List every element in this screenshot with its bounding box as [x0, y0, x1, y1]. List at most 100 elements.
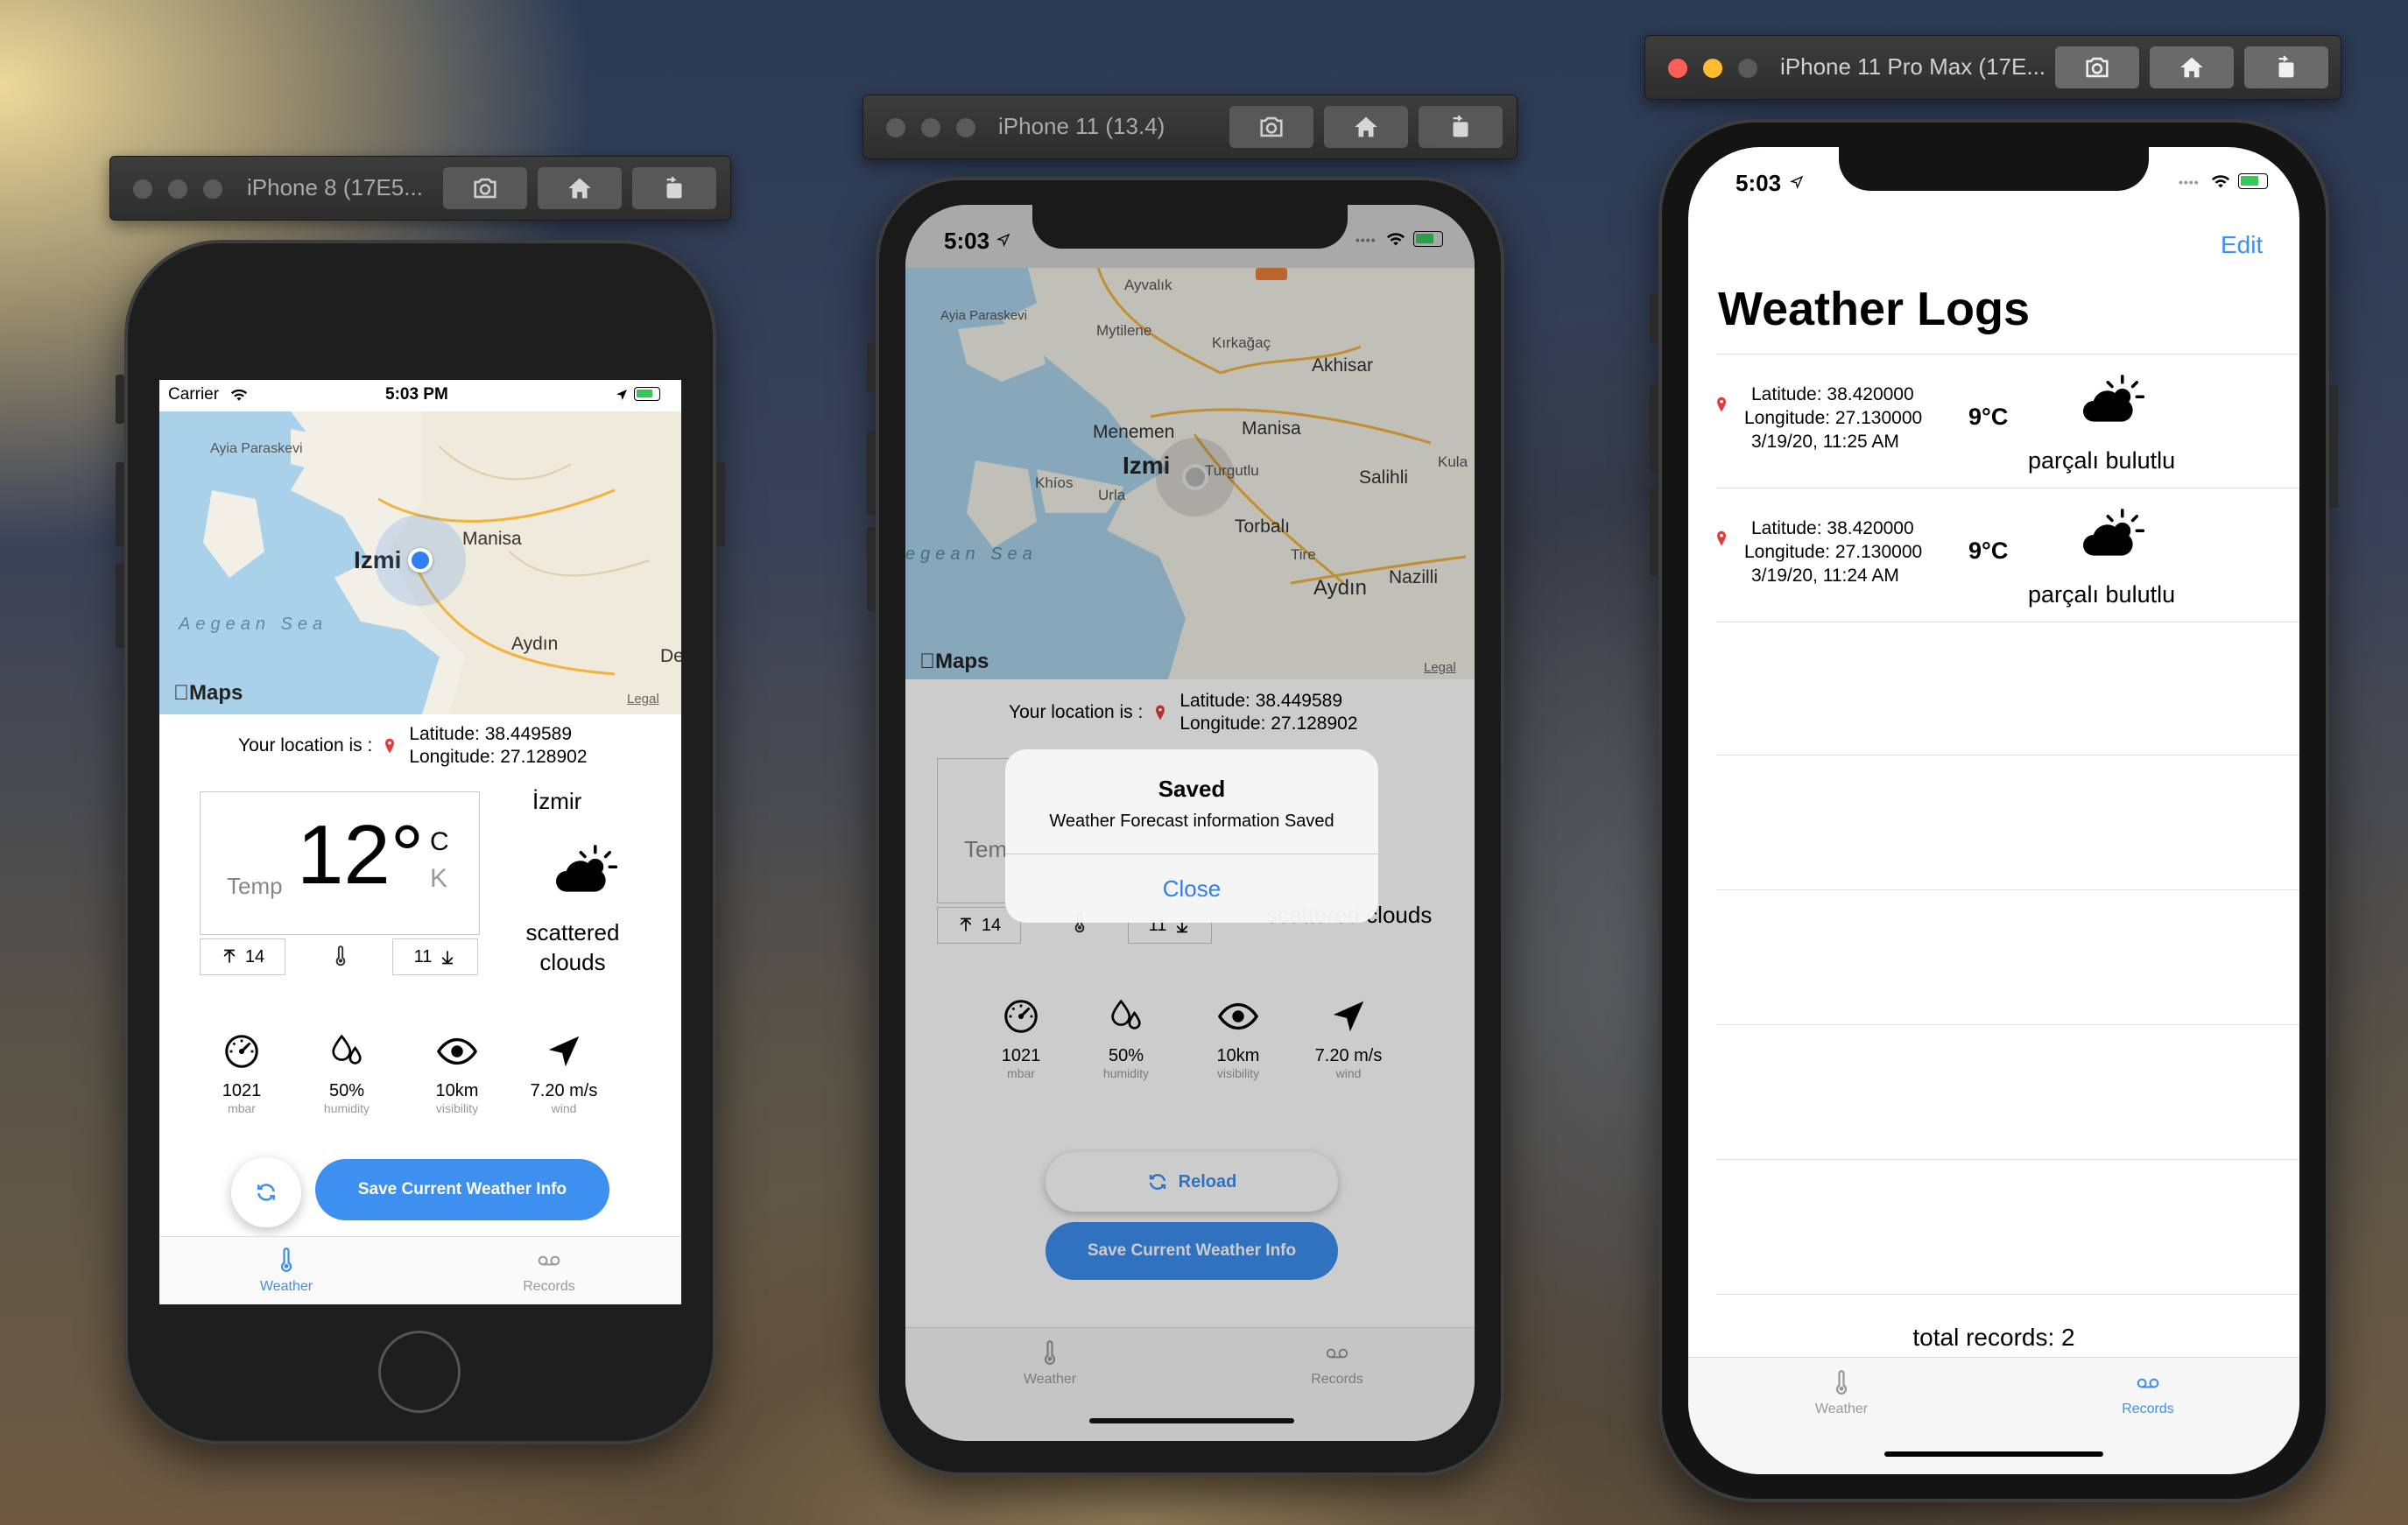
close-window-icon[interactable]: [1668, 59, 1687, 78]
clock: 5:03: [1736, 170, 1782, 196]
unit-celsius-toggle[interactable]: C: [430, 827, 449, 857]
home-button[interactable]: [1324, 106, 1408, 148]
home-button-physical[interactable]: [378, 1331, 461, 1413]
status-bar: Carrier 5:03 PM: [159, 380, 681, 411]
unit-kelvin-toggle[interactable]: K: [430, 864, 447, 894]
mute-switch[interactable]: [1650, 294, 1658, 343]
simulator-title: iPhone 11 Pro Max (17E...: [1780, 53, 2046, 80]
rotate-button[interactable]: [2244, 46, 2328, 88]
wifi-icon: [2211, 175, 2230, 188]
mute-switch[interactable]: [116, 375, 124, 424]
map-pin-icon: [1717, 531, 1726, 546]
zoom-window-icon[interactable]: [956, 118, 975, 137]
iphone11-device: 5:03 •••• Ayvalık Ayia Paraskevi Mytilen…: [867, 177, 1504, 1476]
record-longitude: Longitude: 27.130000: [1744, 542, 1923, 562]
close-window-icon[interactable]: [133, 179, 152, 199]
latitude-text: Latitude: 38.449589: [409, 724, 572, 744]
row-separator: [1716, 1024, 2299, 1025]
home-button[interactable]: [538, 167, 622, 209]
tab-weather[interactable]: Weather: [221, 1247, 352, 1295]
record-temperature: 9°C: [1968, 538, 2009, 564]
volume-up-button[interactable]: [116, 462, 124, 546]
carrier-label: Carrier: [168, 385, 220, 404]
power-button[interactable]: [2329, 385, 2338, 508]
voicemail-icon: [538, 1255, 560, 1266]
edit-button[interactable]: Edit: [2221, 231, 2263, 259]
longitude-text: Longitude: 27.128902: [409, 747, 588, 767]
map-label: Ayia Paraskevi: [210, 441, 303, 456]
table-row[interactable]: Latitude: 38.420000 Longitude: 27.130000…: [1716, 355, 2299, 488]
pressure-metric: 1021 mbar: [189, 1031, 294, 1115]
volume-up-button[interactable]: [1650, 385, 1658, 473]
temp-value: 12°: [297, 808, 425, 902]
rotate-icon: [2278, 55, 2294, 78]
iphone11promax-screen: 5:03 •••• Edit Weather Logs Latitude: 38…: [1688, 147, 2299, 1474]
tab-weather[interactable]: Weather: [1776, 1370, 1907, 1417]
metric-value: 50%: [328, 1081, 365, 1100]
mute-switch[interactable]: [867, 343, 876, 392]
refresh-icon: [257, 1184, 275, 1201]
record-temperature: 9°C: [1968, 404, 2009, 430]
map-legal-link[interactable]: Legal: [627, 692, 659, 706]
pressure-gauge-icon: [225, 1035, 258, 1068]
location-label: Your location is :: [238, 735, 373, 755]
simulator-title: iPhone 11 (13.4): [998, 113, 1165, 139]
save-weather-button[interactable]: Save Current Weather Info: [315, 1159, 609, 1220]
metric-value: 10km: [435, 1081, 479, 1100]
camera-icon: [2086, 57, 2109, 78]
volume-up-button[interactable]: [867, 431, 876, 515]
simulator-titlebar-iphone11[interactable]: iPhone 11 (13.4): [863, 95, 1517, 159]
tab-records[interactable]: Records: [2082, 1370, 2214, 1417]
saved-alert: Saved Weather Forecast information Saved…: [1005, 749, 1378, 923]
map-pin-icon: [385, 738, 395, 754]
eye-icon: [436, 1037, 478, 1065]
map-view[interactable]: Ayia Paraskevi Izmi Manisa Aegean Sea Ay…: [159, 411, 681, 714]
location-arrow-icon: [616, 390, 627, 400]
alert-close-button[interactable]: Close: [1005, 854, 1378, 923]
humidity-drops-icon: [332, 1034, 362, 1065]
map-label: Aydın: [511, 634, 559, 654]
visibility-metric: 10km visibility: [405, 1031, 510, 1115]
screenshot-button[interactable]: [1229, 106, 1313, 148]
current-location-dot: [408, 548, 433, 573]
home-indicator[interactable]: [1884, 1451, 2103, 1457]
screenshot-button[interactable]: [2055, 46, 2139, 88]
volume-down-button[interactable]: [116, 564, 124, 648]
rotate-icon: [1453, 115, 1468, 137]
zoom-window-icon[interactable]: [203, 179, 222, 199]
minimize-window-icon[interactable]: [168, 179, 187, 199]
max-temp-box: 14: [200, 938, 285, 975]
volume-down-button[interactable]: [867, 527, 876, 611]
home-button[interactable]: [2150, 46, 2234, 88]
max-temp-value: 14: [244, 946, 265, 966]
home-indicator[interactable]: [1089, 1418, 1294, 1423]
map-label: De: [660, 646, 681, 666]
min-temp-value: 11: [413, 946, 433, 966]
voicemail-icon: [2137, 1378, 2159, 1388]
simulator-title: iPhone 8 (17E5...: [247, 174, 423, 200]
metric-value: 7.20 m/s: [530, 1081, 598, 1100]
city-name: İzmir: [532, 788, 582, 814]
camera-icon: [474, 178, 496, 199]
table-row[interactable]: Latitude: 38.420000 Longitude: 27.130000…: [1716, 488, 2299, 622]
home-icon: [568, 178, 591, 199]
tab-records[interactable]: Records: [483, 1247, 615, 1295]
temp-label: Temp: [227, 873, 283, 899]
rotate-button[interactable]: [1419, 106, 1503, 148]
minimize-window-icon[interactable]: [1703, 59, 1722, 78]
close-window-icon[interactable]: [886, 118, 905, 137]
simulator-titlebar-iphone11promax[interactable]: iPhone 11 Pro Max (17E...: [1644, 35, 2341, 100]
apple-logo-icon: : [173, 681, 189, 705]
rotate-icon: [666, 176, 682, 199]
power-button[interactable]: [716, 462, 725, 546]
zoom-window-icon[interactable]: [1738, 59, 1757, 78]
simulator-titlebar-iphone8[interactable]: iPhone 8 (17E5...: [109, 156, 731, 221]
screenshot-button[interactable]: [443, 167, 527, 209]
reload-button[interactable]: [231, 1157, 301, 1227]
volume-down-button[interactable]: [1650, 488, 1658, 576]
metric-unit: mbar: [228, 1101, 256, 1115]
record-description: parçalı bulutlu: [2028, 581, 2176, 608]
rotate-button[interactable]: [632, 167, 716, 209]
minimize-window-icon[interactable]: [921, 118, 940, 137]
total-records-label: total records: 2: [1912, 1324, 2075, 1351]
